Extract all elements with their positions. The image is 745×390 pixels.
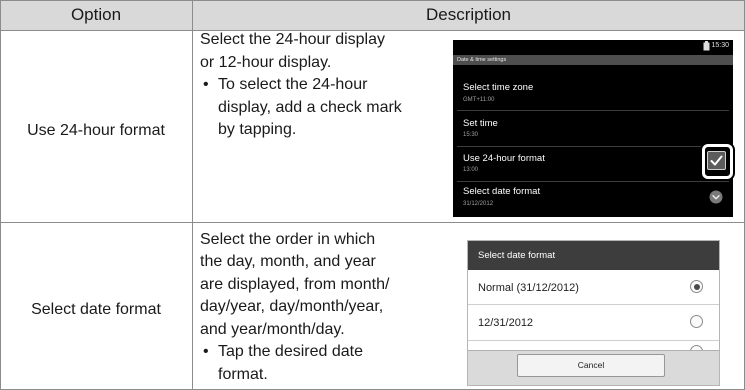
description-line: and year/month/day. — [200, 320, 345, 338]
description-line: are displayed, from month/ — [200, 275, 390, 293]
column-divider — [192, 0, 193, 390]
description-select-date-format: Select the order in which the day, month… — [200, 229, 389, 387]
description-line: day/year, day/month/year, — [200, 298, 384, 316]
date-format-option-normal: Normal (31/12/2012) — [478, 282, 579, 294]
check-icon — [710, 155, 723, 166]
list-divider — [457, 181, 729, 182]
column-header-option: Option — [70, 5, 122, 24]
bullet-item: • To select the 24-hour — [200, 74, 402, 97]
manual-page: Option Description Use 24-hour format Se… — [0, 0, 745, 390]
description-line: Select the order in which — [200, 230, 376, 248]
setting-value-set-time: 15:30 — [463, 132, 479, 138]
status-time: 15:30 — [711, 42, 729, 49]
screen-title-bar: Date & time settings — [453, 55, 733, 65]
chevron-down-icon — [709, 190, 723, 204]
bullet-item: • Tap the desired date — [200, 341, 389, 364]
bullet-icon: • — [203, 76, 209, 94]
description-line: Select the 24-hour display — [200, 31, 385, 48]
date-time-settings-screenshot: 15:30 Date & time settings Select time z… — [453, 40, 733, 217]
list-divider — [468, 340, 719, 341]
description-use-24-hour-format: Select the 24-hour display or 12-hour di… — [200, 29, 402, 142]
description-line: the day, month, and year — [200, 253, 376, 271]
bullet-continuation: by tapping. — [218, 121, 297, 139]
setting-value-time-zone: GMT+11:00 — [463, 97, 495, 103]
dialog-button-bar: Cancel — [468, 350, 719, 385]
bullet-text: To select the 24-hour — [218, 76, 368, 94]
date-format-dialog-screenshot: Select date format Normal (31/12/2012) 1… — [467, 240, 720, 386]
bullet-continuation: format. — [218, 366, 268, 384]
setting-label-24-hour-format: Use 24-hour format — [463, 153, 545, 164]
setting-label-set-time: Set time — [463, 118, 498, 129]
description-line: or 12-hour display. — [200, 53, 332, 71]
table-left-border — [0, 0, 1, 390]
battery-icon — [703, 41, 710, 51]
table-top-border — [0, 0, 745, 1]
bullet-continuation: display, add a check mark — [218, 98, 402, 116]
bullet-icon: • — [203, 343, 209, 361]
list-divider — [457, 110, 729, 111]
radio-button-normal — [690, 280, 703, 293]
list-divider — [468, 304, 719, 305]
setting-label-time-zone: Select time zone — [463, 82, 534, 93]
setting-label-date-format: Select date format — [463, 186, 541, 197]
cancel-button: Cancel — [517, 354, 665, 377]
24-hour-checkbox — [707, 151, 726, 170]
list-divider — [457, 146, 729, 147]
setting-value-24-hour-format: 13:00 — [463, 167, 479, 173]
column-header-description: Description — [425, 5, 512, 24]
setting-value-date-format: 31/12/2012 — [463, 201, 494, 207]
row-divider — [0, 222, 745, 223]
bullet-text: Tap the desired date — [218, 343, 363, 361]
date-format-option-mdy: 12/31/2012 — [478, 317, 534, 329]
option-select-date-format: Select date format — [31, 301, 161, 318]
option-use-24-hour-format: Use 24-hour format — [27, 122, 165, 139]
radio-button-mdy — [690, 315, 703, 328]
dialog-title: Select date format — [468, 241, 719, 270]
